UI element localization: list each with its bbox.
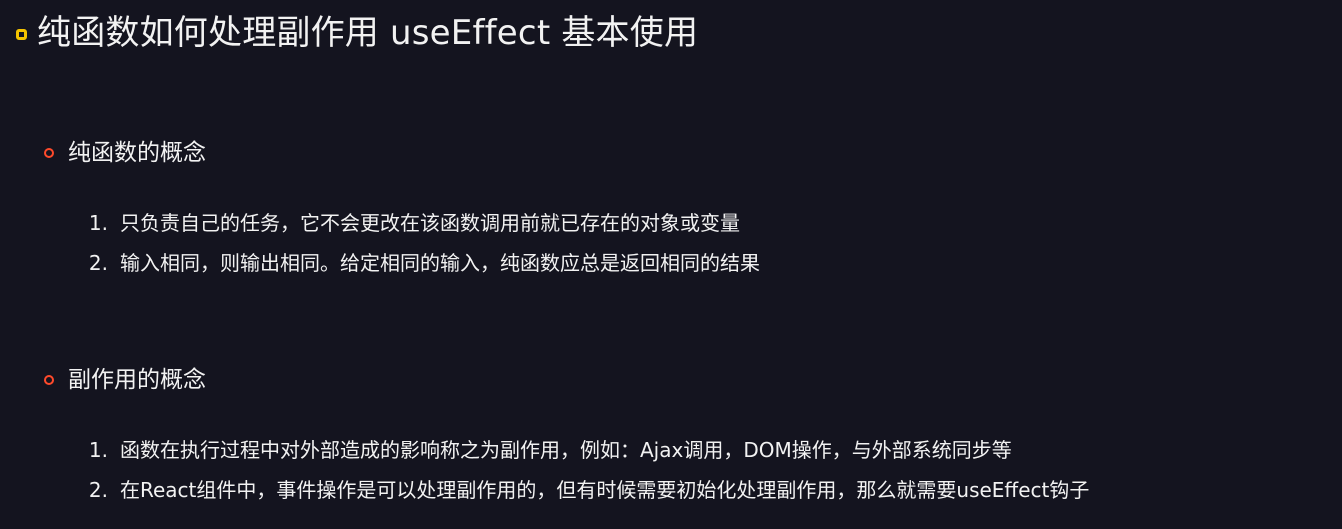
list-number: 1. [88, 211, 108, 235]
numbered-list: 1. 函数在执行过程中对外部造成的影响称之为副作用，例如：Ajax调用，DOM操… [82, 435, 1322, 515]
list-text: 输入相同，则输出相同。给定相同的输入，纯函数应总是返回相同的结果 [120, 251, 760, 275]
slide: 纯函数如何处理副作用 useEffect 基本使用 纯函数的概念 1. 只负责自… [0, 0, 1342, 529]
slide-title-row: 纯函数如何处理副作用 useEffect 基本使用 [16, 10, 698, 56]
list-item: 1. 函数在执行过程中对外部造成的影响称之为副作用，例如：Ajax调用，DOM操… [82, 435, 1322, 475]
section-side-effect: 副作用的概念 1. 函数在执行过程中对外部造成的影响称之为副作用，例如：Ajax… [44, 363, 1334, 502]
list-text: 只负责自己的任务，它不会更改在该函数调用前就已存在的对象或变量 [120, 211, 740, 235]
section-header: 纯函数的概念 [44, 136, 1334, 170]
list-item: 1. 只负责自己的任务，它不会更改在该函数调用前就已存在的对象或变量 [82, 208, 1322, 248]
list-text: 在React组件中，事件操作是可以处理副作用的，但有时候需要初始化处理副作用，那… [120, 478, 1090, 502]
list-item: 2. 在React组件中，事件操作是可以处理副作用的，但有时候需要初始化处理副作… [82, 475, 1322, 515]
list-item: 2. 输入相同，则输出相同。给定相同的输入，纯函数应总是返回相同的结果 [82, 248, 1322, 288]
list-number: 1. [88, 438, 108, 462]
list-number: 2. [88, 251, 108, 275]
list-text: 函数在执行过程中对外部造成的影响称之为副作用，例如：Ajax调用，DOM操作，与… [120, 438, 1012, 462]
numbered-list: 1. 只负责自己的任务，它不会更改在该函数调用前就已存在的对象或变量 2. 输入… [82, 208, 1322, 288]
section-pure-function: 纯函数的概念 1. 只负责自己的任务，它不会更改在该函数调用前就已存在的对象或变… [44, 136, 1334, 275]
circle-bullet-icon [44, 148, 54, 158]
section-header: 副作用的概念 [44, 363, 1334, 397]
list-number: 2. [88, 478, 108, 502]
slide-title: 纯函数如何处理副作用 useEffect 基本使用 [37, 13, 699, 53]
square-bullet-icon [16, 28, 27, 40]
circle-bullet-icon [44, 375, 54, 385]
section-title: 纯函数的概念 [68, 140, 206, 166]
section-title: 副作用的概念 [68, 367, 206, 393]
